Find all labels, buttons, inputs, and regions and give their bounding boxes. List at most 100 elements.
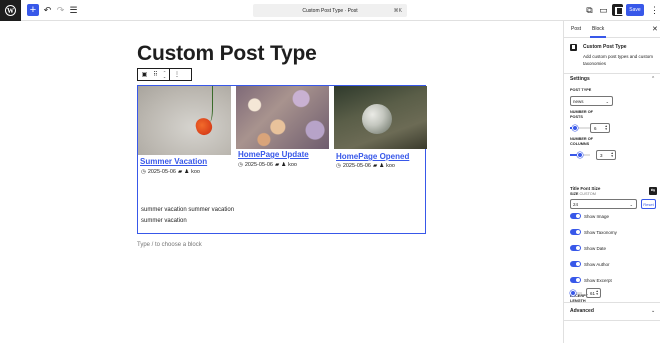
folder-icon: ▰: [177, 169, 183, 175]
font-size-settings-icon[interactable]: ⇆: [649, 187, 657, 195]
undo-icon[interactable]: ↶: [42, 5, 53, 16]
wordpress-icon: W: [5, 5, 16, 16]
font-size-input[interactable]: 24 ⌄: [570, 199, 637, 209]
settings-sidebar: Post Block ✕ Custom Post Type Add custom…: [563, 21, 660, 343]
redo-icon[interactable]: ↷: [55, 5, 66, 16]
post-author: koo: [191, 169, 200, 175]
chevron-down-icon: ⌄: [629, 201, 633, 207]
excerpt-length-input[interactable]: 61 ▴ ▾: [586, 288, 601, 298]
toggle-label: Show Taxonomy: [584, 229, 617, 235]
number-of-posts-slider[interactable]: [570, 123, 590, 133]
number-of-columns-input[interactable]: 3 ▴ ▾: [596, 150, 616, 160]
number-of-posts-input[interactable]: 6 ▴ ▾: [590, 123, 610, 133]
slider-knob[interactable]: [570, 289, 576, 296]
wordpress-logo-button[interactable]: W: [0, 0, 21, 21]
number-of-columns-label: NUMBER OF COLUMNS: [570, 137, 593, 146]
advanced-panel-title[interactable]: Advanced: [570, 308, 594, 314]
editor-top-bar: W + ↶ ↷ ☰ Custom Post Type · Post ⌘K ⧉ ▭…: [0, 0, 660, 21]
command-bar-title: Custom Post Type · Post: [302, 7, 358, 14]
block-description: Add custom post types and custom taxonom…: [583, 54, 654, 66]
user-icon: ♟: [379, 163, 385, 169]
block-inserter-button[interactable]: +: [27, 4, 39, 16]
block-icon: [570, 44, 577, 51]
toggle-switch[interactable]: [570, 277, 581, 283]
post-author: koo: [386, 163, 395, 169]
chevron-up-icon[interactable]: ⌃: [651, 76, 655, 82]
post-thumbnail-flower[interactable]: [138, 86, 231, 155]
slider-knob[interactable]: [572, 124, 578, 131]
folder-icon: ▰: [274, 162, 280, 168]
toggle-show-image[interactable]: Show Image: [570, 212, 609, 220]
sidebar-tabs: Post Block ✕: [564, 21, 660, 38]
title-font-size-label: Title Font Size: [570, 186, 601, 191]
block-name: Custom Post Type: [583, 44, 627, 50]
save-button[interactable]: Save: [626, 4, 644, 16]
block-type-icon[interactable]: ▣: [138, 69, 151, 80]
divider: [564, 73, 660, 74]
block-appender-placeholder[interactable]: Type / to choose a block: [137, 242, 202, 248]
divider: [564, 320, 660, 321]
toggle-show-date[interactable]: Show Date: [570, 244, 606, 252]
toggle-show-author[interactable]: Show Author: [570, 260, 610, 268]
toggle-switch[interactable]: [570, 213, 581, 219]
post-thumbnail-bubble[interactable]: [334, 86, 427, 149]
tab-post[interactable]: Post: [571, 26, 581, 32]
document-overview-icon[interactable]: ☰: [68, 5, 79, 16]
divider: [564, 302, 660, 303]
font-size-mode: SIZE CUSTOM: [570, 192, 596, 196]
post-title-link[interactable]: HomePage Opened: [336, 152, 409, 161]
slider-knob[interactable]: [577, 151, 583, 158]
user-icon: ♟: [184, 169, 190, 175]
clock-icon: ◷: [336, 163, 341, 169]
block-toolbar: ▣ ⠿ ⌃ ⌄ ⋮: [137, 68, 192, 81]
size-mode-value: CUSTOM: [579, 192, 596, 196]
toggle-label: Show Author: [584, 261, 610, 267]
number-of-columns-slider[interactable]: [570, 150, 590, 160]
user-icon: ♟: [281, 162, 287, 168]
post-type-select[interactable]: news ⌄: [570, 96, 613, 106]
chevron-down-icon: ⌄: [605, 98, 609, 104]
close-icon[interactable]: ✕: [652, 25, 658, 33]
toggle-switch[interactable]: [570, 229, 581, 235]
toggle-switch[interactable]: [570, 245, 581, 251]
reset-button[interactable]: Reset: [641, 199, 656, 209]
settings-panel-title[interactable]: Settings: [570, 76, 590, 82]
clock-icon: ◷: [141, 169, 146, 175]
post-type-value: news: [573, 98, 584, 104]
settings-sidebar-toggle[interactable]: [612, 4, 623, 16]
post-type-label: POST TYPE: [570, 88, 592, 92]
post-title[interactable]: Custom Post Type: [137, 42, 317, 66]
spinner-arrows-icon[interactable]: ▴ ▾: [596, 289, 598, 296]
drag-handle-icon[interactable]: ⠿: [151, 69, 160, 80]
excerpt-length-slider[interactable]: [570, 288, 582, 298]
toggle-show-taxonomy[interactable]: Show Taxonomy: [570, 228, 617, 236]
folder-icon: ▰: [372, 163, 378, 169]
chevron-down-icon[interactable]: ⌄: [651, 308, 655, 314]
post-author: koo: [288, 162, 297, 168]
post-title-link[interactable]: HomePage Update: [238, 150, 309, 159]
custom-post-type-block[interactable]: Summer Vacation ◷ 2025-05-06 ▰ ♟ koo sum…: [137, 85, 427, 234]
post-date: 2025-05-06: [244, 162, 273, 168]
toggle-label: Show Excerpt: [584, 277, 612, 283]
options-menu-icon[interactable]: ⋮: [649, 5, 660, 16]
font-size-value: 24: [573, 201, 579, 207]
post-meta: ◷ 2025-05-06 ▰ ♟ koo: [336, 163, 395, 169]
number-of-posts-label: NUMBER OF POSTS: [570, 110, 593, 119]
block-options-icon[interactable]: ⋮: [170, 69, 184, 80]
spinner-arrows-icon[interactable]: ▴ ▾: [605, 124, 607, 131]
command-palette-bar[interactable]: Custom Post Type · Post ⌘K: [253, 4, 407, 17]
toggle-switch[interactable]: [570, 261, 581, 267]
toggle-show-excerpt[interactable]: Show Excerpt: [570, 276, 612, 284]
post-date: 2025-05-06: [342, 163, 371, 169]
post-title-link[interactable]: Summer Vacation: [140, 157, 207, 166]
view-external-icon[interactable]: ⧉: [584, 5, 595, 16]
tab-block[interactable]: Block: [589, 26, 607, 38]
toggle-label: Show Date: [584, 245, 607, 251]
command-shortcut: ⌘K: [393, 7, 402, 14]
post-thumbnail-bokeh[interactable]: [236, 86, 329, 149]
spinner-arrows-icon[interactable]: ▴ ▾: [611, 151, 613, 158]
move-arrows-icon[interactable]: ⌃ ⌄: [160, 69, 169, 80]
preview-device-icon[interactable]: ▭: [598, 5, 609, 16]
editor-canvas[interactable]: Custom Post Type ▣ ⠿ ⌃ ⌄ ⋮ Summer Vacatio…: [0, 21, 563, 343]
excerpt-length-value: 61: [590, 290, 596, 296]
